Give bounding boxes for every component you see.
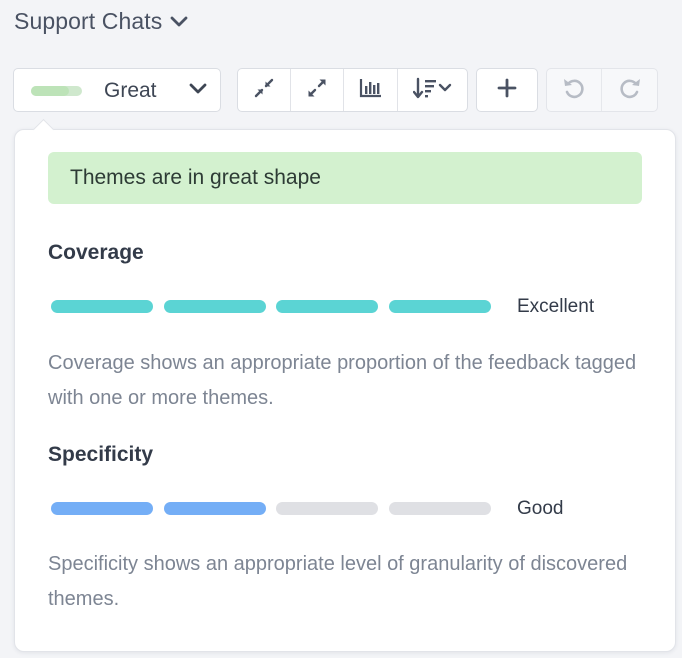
- sort-button[interactable]: [398, 69, 467, 111]
- expand-all-button[interactable]: [291, 69, 344, 111]
- health-indicator: [31, 86, 82, 96]
- collapse-icon: [253, 77, 275, 104]
- chevron-down-icon: [188, 82, 208, 101]
- specificity-meter: [51, 502, 511, 515]
- chevron-down-icon: [170, 16, 188, 28]
- bar-chart-icon: [359, 77, 383, 104]
- chart-view-button[interactable]: [344, 69, 398, 111]
- specificity-segment: [51, 502, 153, 515]
- popover-arrow: [32, 118, 55, 141]
- expand-icon: [306, 77, 328, 104]
- specificity-description: Specificity shows an appropriate level o…: [48, 553, 628, 610]
- theme-health-dropdown[interactable]: Great: [13, 68, 221, 112]
- status-banner-text: Themes are in great shape: [70, 166, 321, 189]
- specificity-title: Specificity: [48, 443, 154, 466]
- undo-button[interactable]: [547, 69, 602, 111]
- specificity-segment: [164, 502, 266, 515]
- specificity-rating: Good: [517, 498, 564, 519]
- page: Support Chats Great Themes are in great …: [0, 0, 682, 658]
- undo-icon: [562, 77, 586, 104]
- coverage-meter: [51, 300, 511, 313]
- theme-health-popover: Themes are in great shape Coverage Excel…: [14, 118, 676, 652]
- specificity-segment: [389, 502, 491, 515]
- redo-button[interactable]: [602, 69, 657, 111]
- health-indicator-fill: [31, 86, 69, 96]
- history-button-group: [546, 68, 658, 112]
- add-button-group: [476, 68, 538, 112]
- coverage-rating: Excellent: [517, 296, 595, 317]
- coverage-title: Coverage: [48, 241, 144, 264]
- sort-icon: [412, 77, 453, 104]
- page-title: Support Chats: [14, 8, 163, 34]
- health-label: Great: [104, 79, 157, 102]
- status-banner: Themes are in great shape: [48, 152, 642, 204]
- coverage-segment: [276, 300, 378, 313]
- view-button-group: [237, 68, 468, 112]
- redo-icon: [618, 77, 642, 104]
- coverage-description: Coverage shows an appropriate proportion…: [48, 352, 637, 409]
- coverage-segment: [389, 300, 491, 313]
- coverage-segment: [164, 300, 266, 313]
- dataset-title-dropdown[interactable]: Support Chats: [14, 8, 188, 35]
- collapse-all-button[interactable]: [238, 69, 291, 111]
- coverage-segment: [51, 300, 153, 313]
- plus-icon: [497, 78, 517, 103]
- add-theme-button[interactable]: [477, 69, 537, 111]
- specificity-segment: [276, 502, 378, 515]
